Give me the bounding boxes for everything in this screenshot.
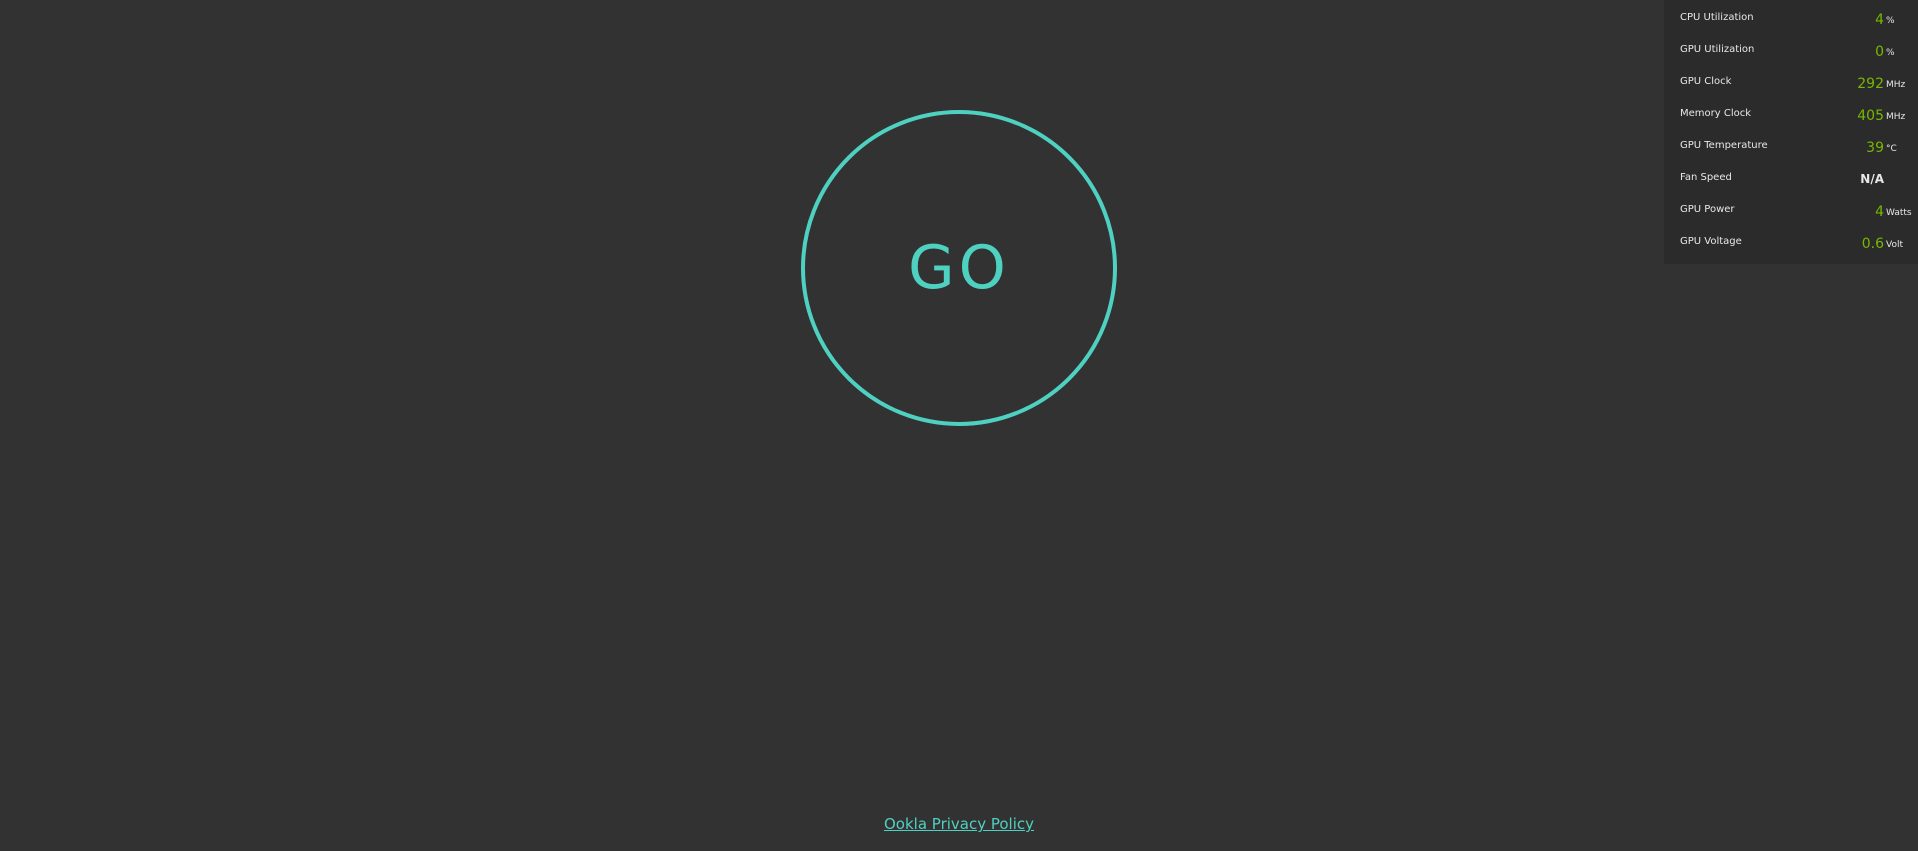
metric-value: 0 (1875, 44, 1884, 60)
go-button[interactable]: GO (801, 110, 1117, 426)
metric-gpu-clock: GPU Clock 292 MHz (1664, 66, 1918, 98)
metric-value: N/A (1860, 172, 1884, 186)
metric-unit: % (1886, 48, 1895, 58)
metric-value: 0.6 (1861, 236, 1884, 252)
metric-label: GPU Temperature (1680, 140, 1768, 151)
metric-fan-speed: Fan Speed N/A (1664, 162, 1918, 194)
metric-label: GPU Power (1680, 204, 1735, 215)
metric-label: Memory Clock (1680, 108, 1752, 119)
hardware-monitor-overlay: CPU Utilization 4 % GPU Utilization 0 % … (1664, 0, 1918, 264)
metric-gpu-voltage: GPU Voltage 0.6 Volt (1664, 226, 1918, 258)
metric-value: 4 (1875, 204, 1884, 220)
metric-value: 292 (1857, 76, 1884, 92)
metric-unit: MHz (1886, 112, 1906, 122)
speedtest-page: GO Ookla Privacy Policy CPU Utilization … (0, 0, 1918, 851)
go-button-label: GO (908, 233, 1010, 303)
metric-label: GPU Voltage (1680, 236, 1742, 247)
metric-value: 39 (1866, 140, 1884, 156)
metric-unit: % (1886, 16, 1895, 26)
metric-label: Fan Speed (1680, 172, 1732, 183)
metric-unit: Volt (1886, 240, 1903, 250)
metric-label: CPU Utilization (1680, 12, 1754, 23)
metric-value: 4 (1875, 12, 1884, 28)
metric-unit: MHz (1886, 80, 1906, 90)
metric-value: 405 (1857, 108, 1884, 124)
metric-label: GPU Utilization (1680, 44, 1755, 55)
metric-memory-clock: Memory Clock 405 MHz (1664, 98, 1918, 130)
metric-label: GPU Clock (1680, 76, 1732, 87)
metric-gpu-temperature: GPU Temperature 39 °C (1664, 130, 1918, 162)
metric-gpu-utilization: GPU Utilization 0 % (1664, 34, 1918, 66)
privacy-policy-link[interactable]: Ookla Privacy Policy (884, 815, 1034, 833)
metric-unit: °C (1886, 144, 1897, 154)
metric-gpu-power: GPU Power 4 Watts (1664, 194, 1918, 226)
footer: Ookla Privacy Policy (0, 814, 1918, 833)
metric-cpu-utilization: CPU Utilization 4 % (1664, 2, 1918, 34)
metric-unit: Watts (1886, 208, 1912, 218)
